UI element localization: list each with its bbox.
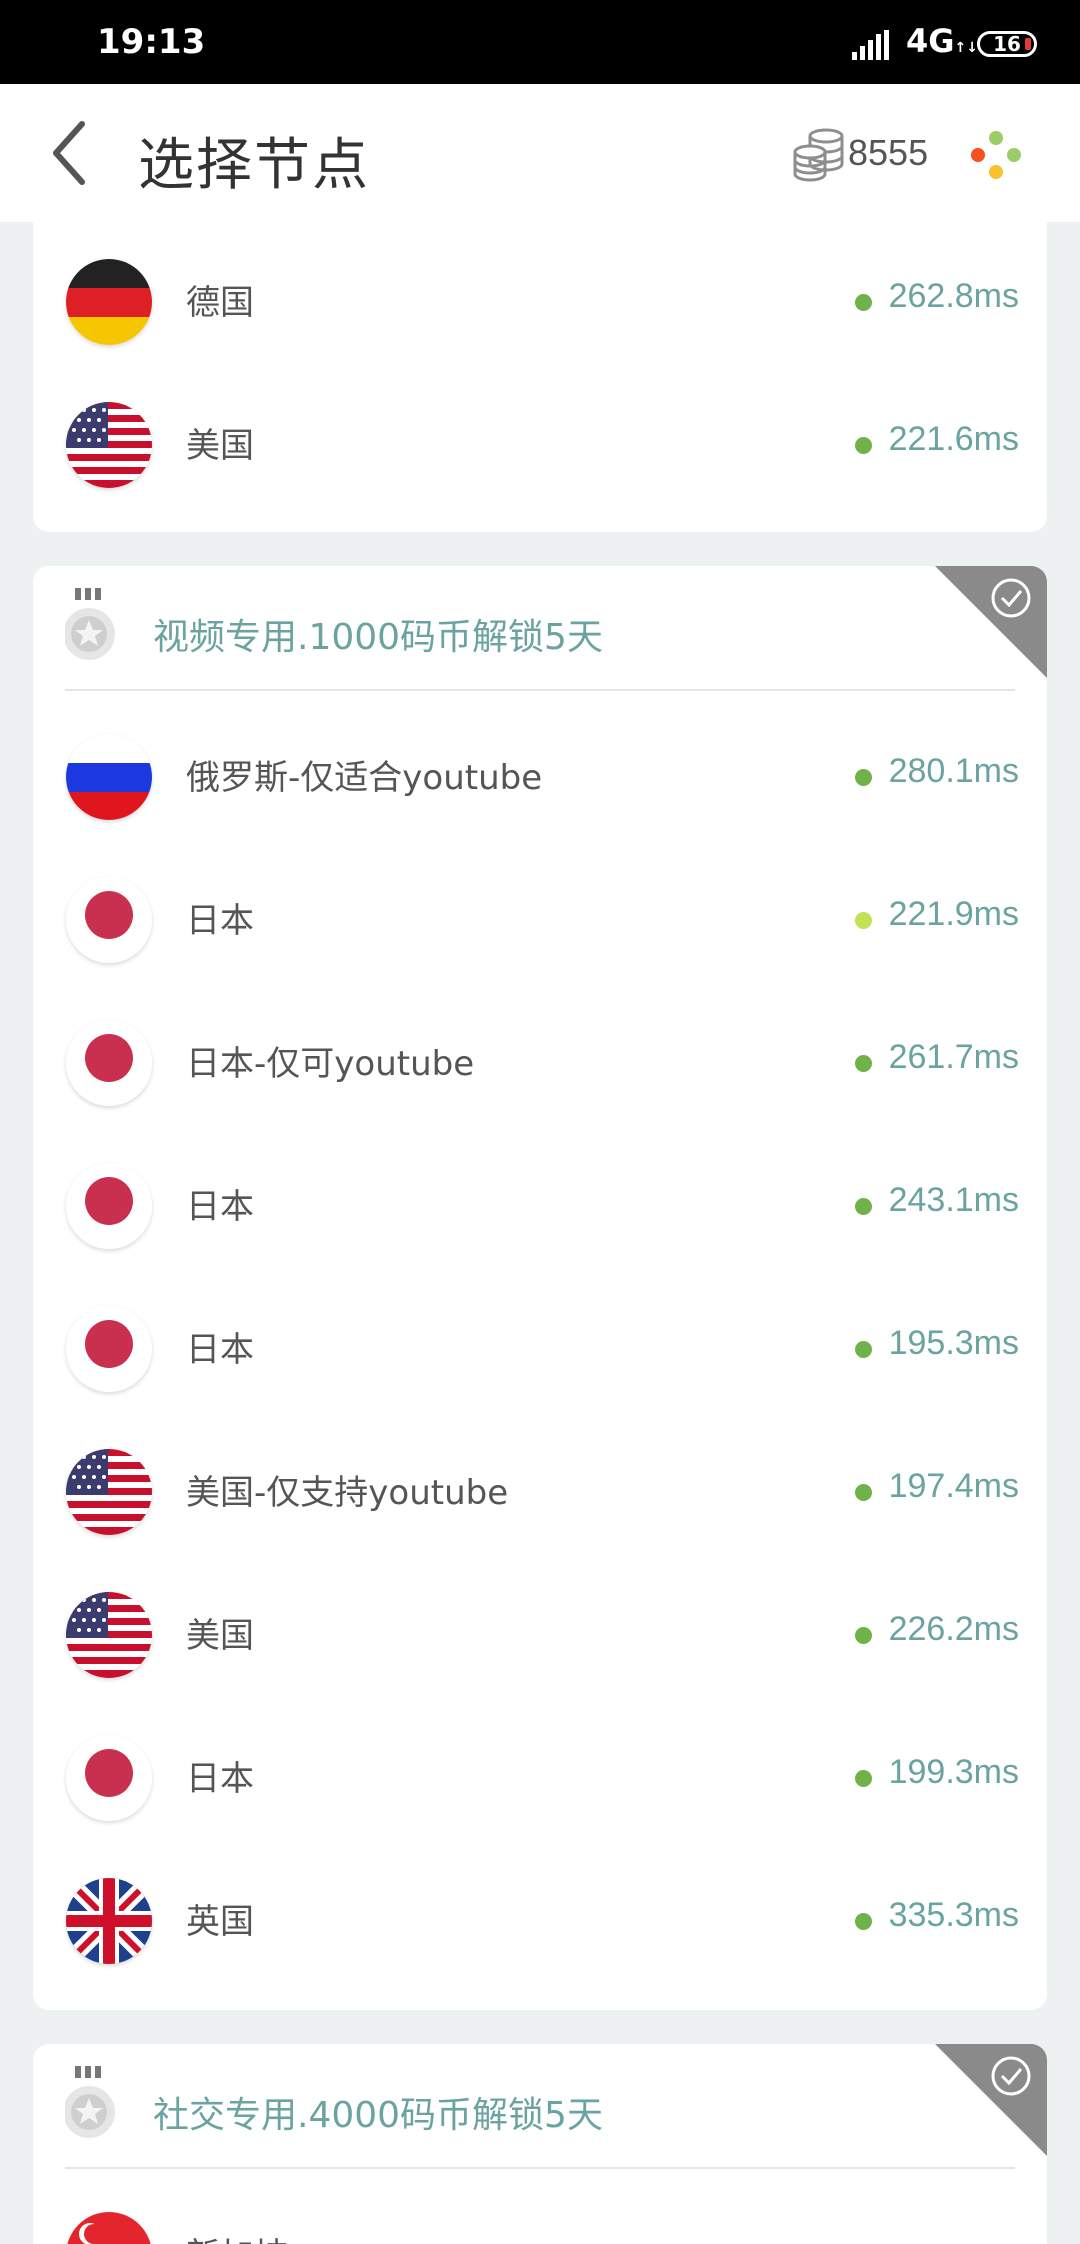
medal-icon bbox=[65, 588, 115, 660]
ping-status-dot bbox=[855, 912, 872, 929]
page-title: 选择节点 bbox=[138, 133, 370, 198]
section-header: 视频专用.1000码币解锁5天 bbox=[33, 566, 1047, 691]
ping-status-dot bbox=[855, 1484, 872, 1501]
ping-status-dot bbox=[855, 1198, 872, 1215]
server-name: 美国 bbox=[186, 426, 254, 466]
server-row[interactable]: 美国 226.2ms bbox=[33, 1564, 1047, 1707]
server-ping: 261.7ms bbox=[888, 1038, 1019, 1076]
ping-status-dot bbox=[855, 1341, 872, 1358]
section-title: 视频专用.1000码币解锁5天 bbox=[153, 617, 603, 658]
server-name: 德国 bbox=[186, 283, 254, 323]
ping-status-dot bbox=[855, 1055, 872, 1072]
server-ping: 335.3ms bbox=[888, 1896, 1019, 1934]
status-bar: 19:13 4G↑↓ 16 bbox=[0, 0, 1080, 84]
server-row[interactable]: 日本 195.3ms bbox=[33, 1278, 1047, 1421]
server-row[interactable]: 日本 199.3ms bbox=[33, 1707, 1047, 1850]
server-card-video: 视频专用.1000码币解锁5天 俄罗斯-仅适合youtube 280.1ms 日… bbox=[33, 566, 1047, 2010]
section-header: 社交专用.4000码币解锁5天 bbox=[33, 2044, 1047, 2169]
germany-flag-icon bbox=[66, 259, 152, 345]
medal-icon bbox=[65, 2066, 115, 2138]
japan-flag-icon bbox=[66, 1735, 152, 1821]
singapore-flag-icon bbox=[66, 2212, 152, 2244]
server-name: 美国 bbox=[186, 1616, 254, 1656]
server-row[interactable]: 英国 335.3ms bbox=[33, 1850, 1047, 1993]
japan-flag-icon bbox=[66, 1020, 152, 1106]
server-ping: 195.3ms bbox=[888, 1324, 1019, 1362]
server-row[interactable]: 新加坡 bbox=[33, 2184, 1047, 2244]
server-ping: 280.1ms bbox=[888, 752, 1019, 790]
usa-flag-icon bbox=[66, 1449, 152, 1535]
back-arrow-icon[interactable] bbox=[46, 118, 96, 188]
status-time: 19:13 bbox=[97, 22, 206, 62]
ping-status-dot bbox=[855, 437, 872, 454]
ping-status-dot bbox=[855, 1913, 872, 1930]
network-type: 4G↑↓ bbox=[906, 22, 978, 60]
section-title: 社交专用.4000码币解锁5天 bbox=[153, 2095, 603, 2136]
server-row[interactable]: 日本 221.9ms bbox=[33, 849, 1047, 992]
uk-flag-icon bbox=[66, 1878, 152, 1964]
server-row[interactable]: 日本 243.1ms bbox=[33, 1135, 1047, 1278]
server-name: 美国-仅支持youtube bbox=[186, 1473, 509, 1513]
server-ping: 221.9ms bbox=[888, 895, 1019, 933]
japan-flag-icon bbox=[66, 877, 152, 963]
server-ping: 221.6ms bbox=[888, 420, 1019, 458]
coins-icon bbox=[793, 128, 844, 182]
usa-flag-icon bbox=[66, 402, 152, 488]
section-divider bbox=[65, 2167, 1015, 2169]
ping-status-dot bbox=[855, 1627, 872, 1644]
server-name: 日本 bbox=[186, 1187, 254, 1227]
app-header: 选择节点 8555 bbox=[0, 84, 1080, 222]
server-name: 俄罗斯-仅适合youtube bbox=[186, 758, 543, 798]
server-row[interactable]: 德国 262.8ms bbox=[33, 231, 1047, 374]
japan-flag-icon bbox=[66, 1306, 152, 1392]
signal-icon bbox=[852, 30, 889, 60]
ping-status-dot bbox=[855, 1770, 872, 1787]
server-ping: 226.2ms bbox=[888, 1610, 1019, 1648]
server-name: 日本 bbox=[186, 901, 254, 941]
ping-status-dot bbox=[855, 294, 872, 311]
usa-flag-icon bbox=[66, 1592, 152, 1678]
ping-status-dot bbox=[855, 769, 872, 786]
server-name: 日本 bbox=[186, 1759, 254, 1799]
server-row[interactable]: 美国 221.6ms bbox=[33, 374, 1047, 517]
server-row[interactable]: 俄罗斯-仅适合youtube 280.1ms bbox=[33, 706, 1047, 849]
section-divider bbox=[65, 689, 1015, 691]
server-card-social: 社交专用.4000码币解锁5天 新加坡 bbox=[33, 2044, 1047, 2244]
selected-check-icon bbox=[935, 2044, 1047, 2156]
server-ping: 262.8ms bbox=[888, 277, 1019, 315]
server-ping: 243.1ms bbox=[888, 1181, 1019, 1219]
coin-balance: 8555 bbox=[848, 132, 929, 173]
server-name: 日本 bbox=[186, 1330, 254, 1370]
server-name: 英国 bbox=[186, 1902, 254, 1942]
server-row[interactable]: 日本-仅可youtube 261.7ms bbox=[33, 992, 1047, 1135]
menu-dots-icon[interactable] bbox=[966, 126, 1026, 184]
server-ping: 197.4ms bbox=[888, 1467, 1019, 1505]
battery-icon: 16 bbox=[977, 31, 1037, 57]
selected-check-icon bbox=[935, 566, 1047, 678]
server-name: 日本-仅可youtube bbox=[186, 1044, 475, 1084]
japan-flag-icon bbox=[66, 1163, 152, 1249]
server-name: 新加坡 bbox=[186, 2228, 288, 2244]
server-ping: 199.3ms bbox=[888, 1753, 1019, 1791]
russia-flag-icon bbox=[66, 734, 152, 820]
server-card-default: 德国 262.8ms 美国 221.6ms bbox=[33, 222, 1047, 532]
server-row[interactable]: 美国-仅支持youtube 197.4ms bbox=[33, 1421, 1047, 1564]
